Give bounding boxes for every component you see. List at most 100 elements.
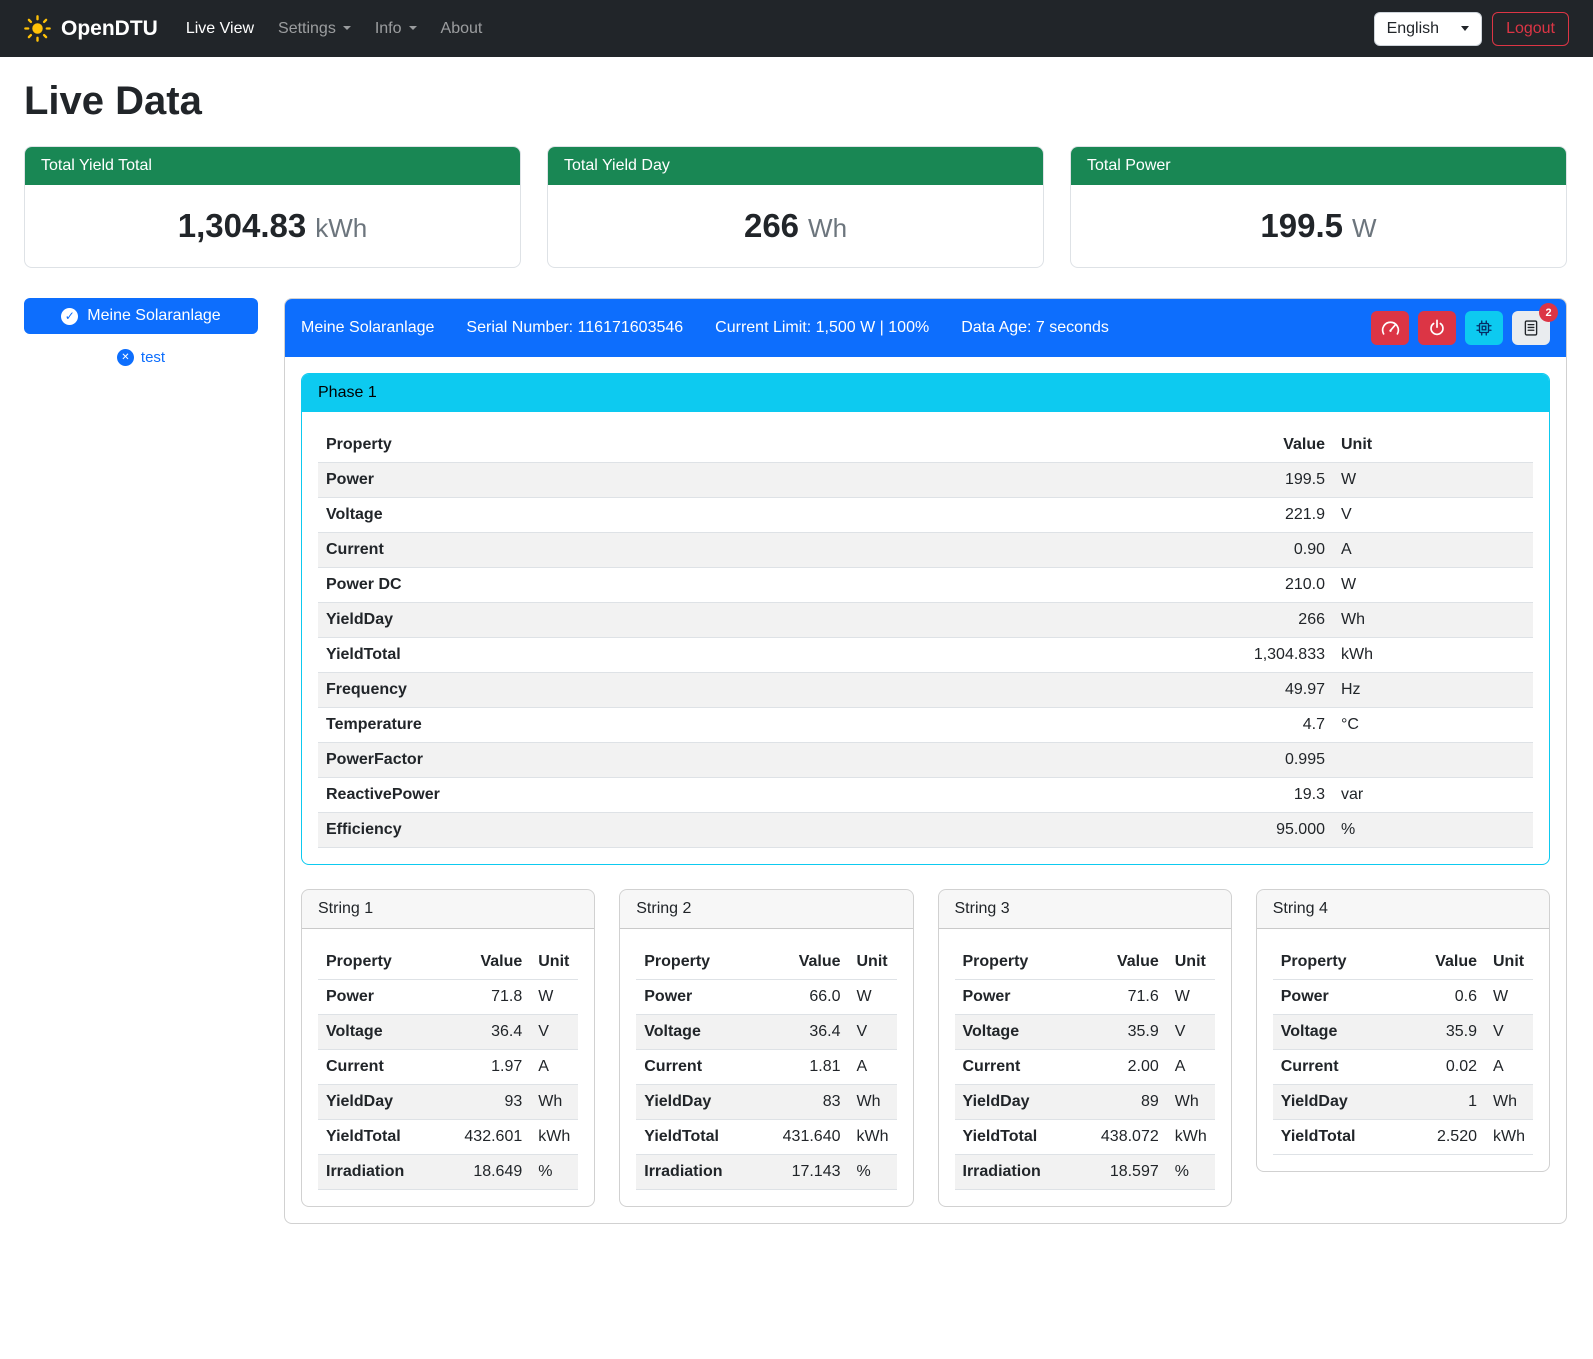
unit-cell: Wh <box>849 1085 897 1120</box>
value-cell: 35.9 <box>1081 1015 1167 1050</box>
property-cell: Current <box>1273 1050 1399 1085</box>
unit-cell: V <box>530 1015 578 1050</box>
unit-cell: V <box>1167 1015 1215 1050</box>
property-cell: YieldDay <box>318 603 1213 638</box>
value-cell: 49.97 <box>1213 673 1333 708</box>
table-row: Power DC210.0W <box>318 568 1533 603</box>
inverter-item-test-label: test <box>141 349 165 366</box>
value-cell: 36.4 <box>444 1015 530 1050</box>
property-cell: YieldTotal <box>1273 1120 1399 1155</box>
value-cell: 431.640 <box>763 1120 849 1155</box>
value-header: Value <box>444 945 530 980</box>
property-cell: YieldTotal <box>636 1120 762 1155</box>
property-cell: YieldDay <box>318 1085 444 1120</box>
nav-item-info[interactable]: Info <box>365 12 427 46</box>
unit-cell: W <box>530 980 578 1015</box>
property-cell: Voltage <box>318 498 1213 533</box>
value-cell: 221.9 <box>1213 498 1333 533</box>
unit-cell: % <box>849 1155 897 1190</box>
property-cell: YieldDay <box>955 1085 1081 1120</box>
page-title: Live Data <box>24 79 1567 124</box>
card-header: Total Power <box>1071 147 1566 185</box>
string-3-title: String 3 <box>939 890 1231 929</box>
strings-row: String 1 Property Value Unit <box>301 889 1550 1207</box>
total-yield-total-unit: kWh <box>315 213 367 243</box>
string-2-table: Property Value Unit Power66.0WVoltage36.… <box>636 945 896 1190</box>
chevron-down-icon <box>1461 26 1469 31</box>
value-header: Value <box>1081 945 1167 980</box>
limit-settings-button[interactable] <box>1371 311 1409 345</box>
card-body: 199.5W <box>1071 185 1566 267</box>
power-settings-button[interactable] <box>1418 311 1456 345</box>
inverter-select-button[interactable]: ✓ Meine Solaranlage <box>24 298 258 334</box>
value-cell: 66.0 <box>763 980 849 1015</box>
table-row: YieldTotal438.072kWh <box>955 1120 1215 1155</box>
value-cell: 1 <box>1399 1085 1485 1120</box>
event-log-button[interactable]: 2 <box>1512 311 1550 345</box>
brand[interactable]: OpenDTU <box>24 15 158 42</box>
property-header: Property <box>636 945 762 980</box>
property-cell: Power <box>318 980 444 1015</box>
value-cell: 1,304.833 <box>1213 638 1333 673</box>
inverter-panel-header: Meine Solaranlage Serial Number: 1161716… <box>285 299 1566 357</box>
inverter-serial: Serial Number: 116171603546 <box>466 319 683 337</box>
x-circle-icon: ✕ <box>117 349 134 366</box>
language-select[interactable]: English <box>1374 12 1482 46</box>
string-1-card: String 1 Property Value Unit <box>301 889 595 1207</box>
journal-icon <box>1522 319 1540 337</box>
value-cell: 18.597 <box>1081 1155 1167 1190</box>
inverter-actions: 2 <box>1371 311 1550 345</box>
table-row: Power71.6W <box>955 980 1215 1015</box>
table-row: Current0.90A <box>318 533 1533 568</box>
table-row: YieldTotal1,304.833kWh <box>318 638 1533 673</box>
card-body: 1,304.83kWh <box>25 185 520 267</box>
value-cell: 0.995 <box>1213 743 1333 778</box>
phase-title: Phase 1 <box>302 374 1549 412</box>
value-cell: 71.6 <box>1081 980 1167 1015</box>
live-data-page: Live Data Total Yield Total 1,304.83kWh … <box>0 57 1593 1248</box>
property-cell: Frequency <box>318 673 1213 708</box>
value-header: Value <box>1213 428 1333 463</box>
unit-cell: A <box>1333 533 1533 568</box>
property-header: Property <box>955 945 1081 980</box>
property-cell: Current <box>318 1050 444 1085</box>
table-row: YieldDay89Wh <box>955 1085 1215 1120</box>
nav-item-about[interactable]: About <box>431 12 493 46</box>
property-cell: Voltage <box>1273 1015 1399 1050</box>
total-yield-total-card: Total Yield Total 1,304.83kWh <box>24 146 521 268</box>
total-power-unit: W <box>1352 213 1377 243</box>
unit-cell: kWh <box>530 1120 578 1155</box>
property-cell: Temperature <box>318 708 1213 743</box>
table-row: Voltage221.9V <box>318 498 1533 533</box>
value-cell: 18.649 <box>444 1155 530 1190</box>
property-cell: ReactivePower <box>318 778 1213 813</box>
table-row: Efficiency95.000% <box>318 813 1533 848</box>
phase-card: Phase 1 Property Value Unit Power199.5WV… <box>301 373 1550 865</box>
unit-cell: Hz <box>1333 673 1533 708</box>
value-cell: 95.000 <box>1213 813 1333 848</box>
property-cell: Power DC <box>318 568 1213 603</box>
gauge-icon <box>1381 319 1400 338</box>
unit-cell: kWh <box>1333 638 1533 673</box>
table-row: Frequency49.97Hz <box>318 673 1533 708</box>
value-header: Value <box>1399 945 1485 980</box>
property-cell: YieldDay <box>1273 1085 1399 1120</box>
unit-cell: W <box>1333 463 1533 498</box>
unit-cell: Wh <box>1485 1085 1533 1120</box>
value-cell: 2.00 <box>1081 1050 1167 1085</box>
value-cell: 266 <box>1213 603 1333 638</box>
table-row: Irradiation18.649% <box>318 1155 578 1190</box>
inverter-name: Meine Solaranlage <box>301 319 434 337</box>
inverter-item-test[interactable]: ✕ test <box>24 349 258 366</box>
table-row: Voltage36.4V <box>318 1015 578 1050</box>
property-cell: Voltage <box>955 1015 1081 1050</box>
value-cell: 432.601 <box>444 1120 530 1155</box>
nav-item-settings[interactable]: Settings <box>268 12 361 46</box>
navbar-right: English Logout <box>1374 12 1569 46</box>
unit-cell: W <box>1167 980 1215 1015</box>
value-header: Value <box>763 945 849 980</box>
nav-item-live-view[interactable]: Live View <box>176 12 264 46</box>
check-circle-icon: ✓ <box>61 308 78 325</box>
device-info-button[interactable] <box>1465 311 1503 345</box>
logout-button[interactable]: Logout <box>1492 12 1569 46</box>
